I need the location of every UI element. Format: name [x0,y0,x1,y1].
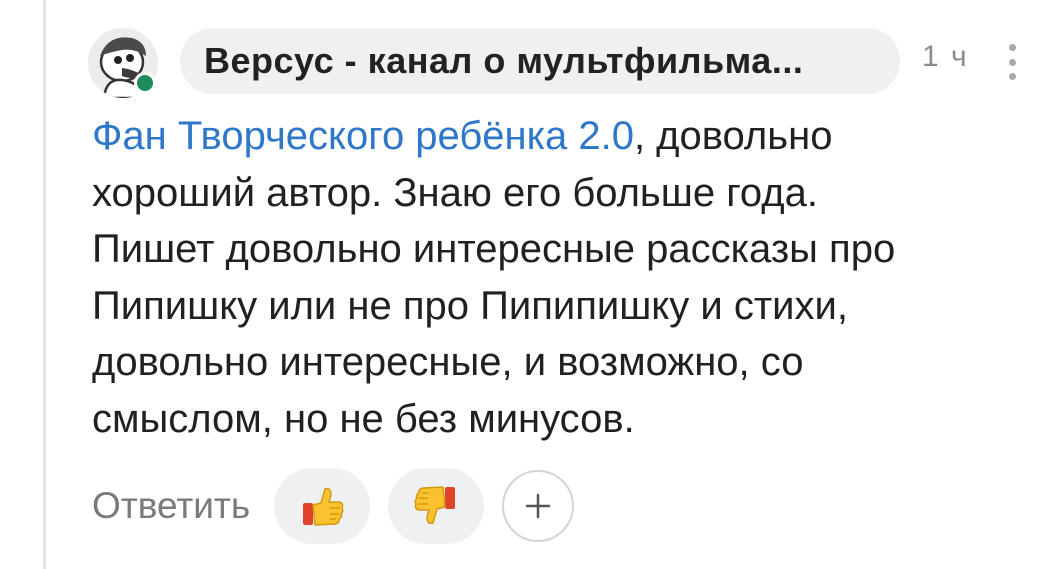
comment: Версус - канал о мультфильма... 1 ч Фан … [0,0,1047,569]
comment-line: Пипишку или не про Пипипишку и стихи, [92,283,848,328]
comment-line: хороший автор. Знаю его больше года. [92,170,818,215]
author-name: Версус - канал о мультфильма... [204,40,804,81]
add-reaction-button[interactable] [502,470,575,542]
comment-line-text: , довольно [633,114,833,158]
comment-line: смыслом, но не без минусов. [92,396,635,441]
comment-body: Фан Творческого ребёнка 2.0, довольно хо… [92,108,1022,447]
comment-line: довольно интересные, и возможно, со [92,340,804,384]
dislike-button[interactable] [388,468,485,544]
thumbs-up-icon [303,487,344,526]
online-status-indicator [134,72,156,94]
plus-icon [525,493,551,519]
comment-line: Пишет довольно интересные рассказы про [92,227,896,271]
author-name-button[interactable]: Версус - канал о мультфильма... [180,28,900,94]
menu-dot [1008,44,1016,51]
more-options-icon[interactable] [1006,44,1018,80]
menu-dot [1008,73,1016,80]
mention-link[interactable]: Фан Творческого ребёнка 2.0 [92,114,634,158]
comment-timestamp: 1 ч [922,40,969,73]
comment-line: Фан Творческого ребёнка 2.0, довольно [92,108,1022,165]
comment-actions: Ответить [92,468,575,544]
reply-button[interactable]: Ответить [92,485,250,527]
like-button[interactable] [274,468,371,544]
thumbs-down-icon [414,486,456,525]
menu-dot [1008,58,1016,66]
